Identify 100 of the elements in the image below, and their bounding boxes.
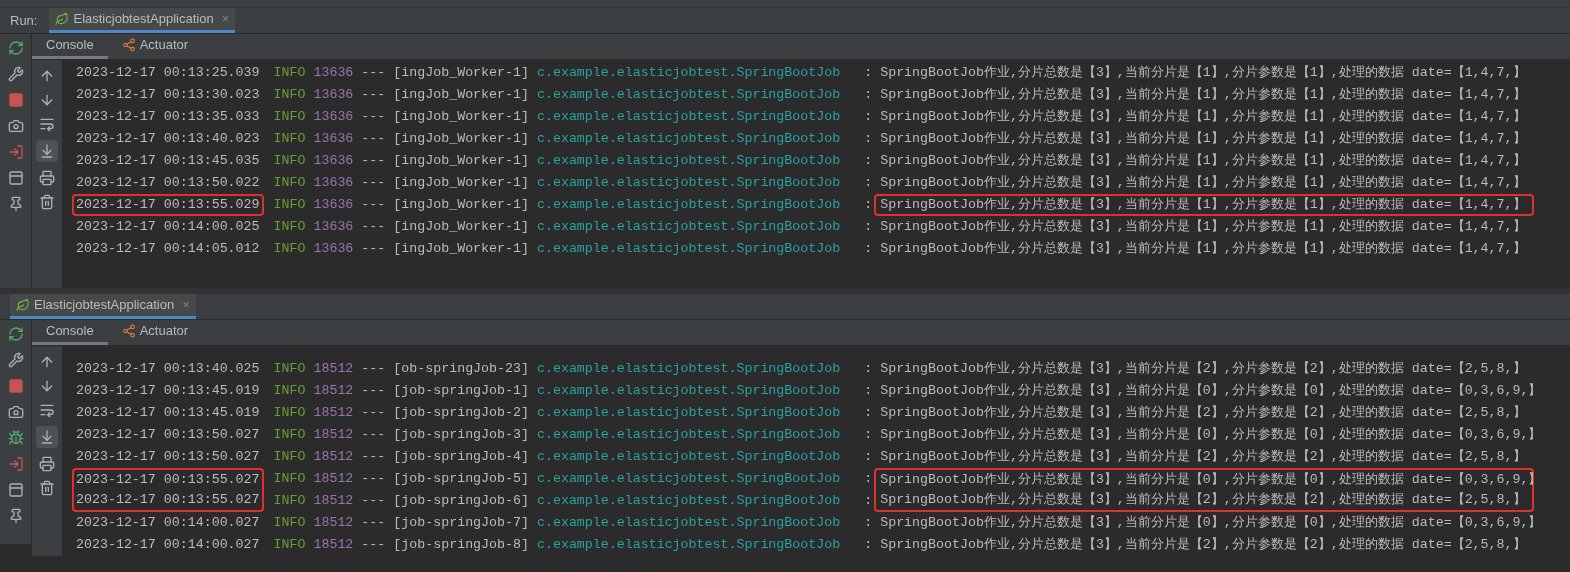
log-message: SpringBootJob作业,分片总数是【3】,当前分片是【1】,分片参数是【1】,处理的数据 date=【1,4,7,】 [879, 240, 1527, 259]
process-id: 13636 [313, 86, 354, 105]
scroll-to-end-icon[interactable] [36, 426, 58, 448]
log-message: SpringBootJob作业,分片总数是【3】,当前分片是【1】,分片参数是【1】,处理的数据 date=【1,4,7,】 [879, 174, 1527, 193]
log-timestamp: 2023-12-17 00:13:50.027 [75, 448, 261, 467]
actuator-icon [121, 324, 136, 338]
logger-name: c.example.elasticjobtest.SpringBootJob [536, 382, 841, 401]
log-separator: --- [361, 492, 386, 511]
process-id: 13636 [313, 174, 354, 193]
run-config-tab[interactable]: ElasticjobtestApplication × [10, 294, 196, 319]
actuator-icon [121, 38, 136, 52]
log-level: INFO [273, 404, 306, 423]
colon-separator: : [864, 108, 873, 127]
log-level: INFO [273, 64, 306, 83]
colon-separator: : [864, 64, 873, 83]
trash-icon[interactable] [39, 480, 55, 496]
log-level: INFO [273, 108, 306, 127]
log-level: INFO [273, 470, 306, 489]
console-tab[interactable]: Actuator [107, 34, 203, 59]
colon-separator: : [864, 404, 873, 423]
logger-name: c.example.elasticjobtest.SpringBootJob [536, 108, 841, 127]
log-timestamp: 2023-12-17 00:13:55.029 [72, 194, 264, 216]
log-timestamp: 2023-12-17 00:13:25.039 [75, 64, 261, 83]
run-label: Run: [9, 11, 39, 30]
thread-name: [ingJob_Worker-1] [393, 240, 529, 259]
log-message: SpringBootJob作业,分片总数是【3】,当前分片是【1】,分片参数是【1】,处理的数据 date=【1,4,7,】 [879, 130, 1527, 149]
log-message: SpringBootJob作业,分片总数是【3】,当前分片是【1】,分片参数是【1】,处理的数据 date=【1,4,7,】 [879, 108, 1527, 127]
wrench-icon[interactable] [7, 66, 24, 82]
colon-separator: : [864, 360, 873, 379]
down-arrow-icon[interactable] [39, 92, 55, 108]
print-icon[interactable] [39, 170, 55, 186]
log-level: INFO [273, 536, 306, 555]
log-separator: --- [361, 514, 386, 533]
log-message: SpringBootJob作业,分片总数是【3】,当前分片是【1】,分片参数是【1】,处理的数据 date=【1,4,7,】 [879, 86, 1527, 105]
log-level: INFO [273, 86, 306, 105]
exit-icon[interactable] [7, 456, 24, 472]
logger-name: c.example.elasticjobtest.SpringBootJob [536, 470, 841, 489]
log-timestamp: 2023-12-17 00:13:30.023 [75, 86, 261, 105]
process-id: 13636 [313, 196, 354, 215]
bug-icon[interactable] [7, 430, 24, 446]
log-separator: --- [361, 64, 386, 83]
colon-separator: : [864, 448, 873, 467]
log-level: INFO [273, 174, 306, 193]
log-separator: --- [361, 470, 386, 489]
log-message: SpringBootJob作业,分片总数是【3】,当前分片是【0】,分片参数是【0】,处理的数据 date=【0,3,6,9,】 [874, 468, 1535, 490]
spring-leaf-icon [16, 298, 30, 312]
log-level: INFO [273, 152, 306, 171]
colon-separator: : [864, 86, 873, 105]
logger-name: c.example.elasticjobtest.SpringBootJob [536, 426, 841, 445]
log-message: SpringBootJob作业,分片总数是【3】,当前分片是【2】,分片参数是【2】,处理的数据 date=【2,5,8,】 [879, 360, 1527, 379]
console-tab[interactable]: Actuator [107, 320, 203, 345]
run-tab-title: ElasticjobtestApplication [73, 10, 214, 29]
colon-separator: : [864, 514, 873, 533]
down-arrow-icon[interactable] [39, 378, 55, 394]
log-separator: --- [361, 240, 386, 259]
thread-name: [ingJob_Worker-1] [393, 64, 529, 83]
layout-icon[interactable] [7, 170, 24, 186]
wrench-icon[interactable] [7, 352, 24, 368]
thread-name: [job-springJob-2] [393, 404, 529, 423]
print-icon[interactable] [39, 456, 55, 472]
process-id: 18512 [313, 470, 354, 489]
rerun-icon[interactable] [7, 326, 24, 342]
thread-name: [ingJob_Worker-1] [393, 130, 529, 149]
log-level: INFO [273, 492, 306, 511]
log-level: INFO [273, 382, 306, 401]
log-separator: --- [361, 536, 386, 555]
log-separator: --- [361, 174, 386, 193]
soft-wrap-icon[interactable] [39, 116, 55, 132]
soft-wrap-icon[interactable] [39, 402, 55, 418]
trash-icon[interactable] [39, 194, 55, 210]
log-separator: --- [361, 196, 386, 215]
thread-name: [job-springJob-7] [393, 514, 529, 533]
layout-icon[interactable] [7, 482, 24, 498]
up-arrow-icon[interactable] [39, 354, 55, 370]
rerun-icon[interactable] [7, 40, 24, 56]
log-level: INFO [273, 448, 306, 467]
colon-separator: : [864, 470, 873, 489]
log-timestamp: 2023-12-17 00:14:00.027 [75, 536, 261, 555]
colon-separator: : [864, 536, 873, 555]
thread-name: [ob-springJob-23] [393, 360, 529, 379]
exit-icon[interactable] [7, 144, 24, 160]
colon-separator: : [864, 174, 873, 193]
log-message: SpringBootJob作业,分片总数是【3】,当前分片是【0】,分片参数是【0】,处理的数据 date=【0,3,6,9,】 [879, 382, 1535, 401]
logger-name: c.example.elasticjobtest.SpringBootJob [536, 448, 841, 467]
scroll-to-end-icon[interactable] [36, 140, 58, 162]
stop-icon[interactable] [7, 92, 24, 108]
log-separator: --- [361, 86, 386, 105]
log-timestamp: 2023-12-17 00:13:45.035 [75, 152, 261, 171]
log-separator: --- [361, 448, 386, 467]
camera-icon[interactable] [7, 404, 24, 420]
log-timestamp: 2023-12-17 00:13:45.019 [75, 382, 261, 401]
log-timestamp: 2023-12-17 00:14:00.027 [75, 514, 261, 533]
process-id: 13636 [313, 152, 354, 171]
process-id: 13636 [313, 130, 354, 149]
run-config-tab[interactable]: ElasticjobtestApplication × [49, 8, 236, 33]
stop-icon[interactable] [7, 378, 24, 394]
log-timestamp: 2023-12-17 00:13:35.033 [75, 108, 261, 127]
log-message: SpringBootJob作业,分片总数是【3】,当前分片是【1】,分片参数是【1】,处理的数据 date=【1,4,7,】 [874, 194, 1535, 216]
thread-name: [job-springJob-5] [393, 470, 529, 489]
camera-icon[interactable] [7, 118, 24, 134]
